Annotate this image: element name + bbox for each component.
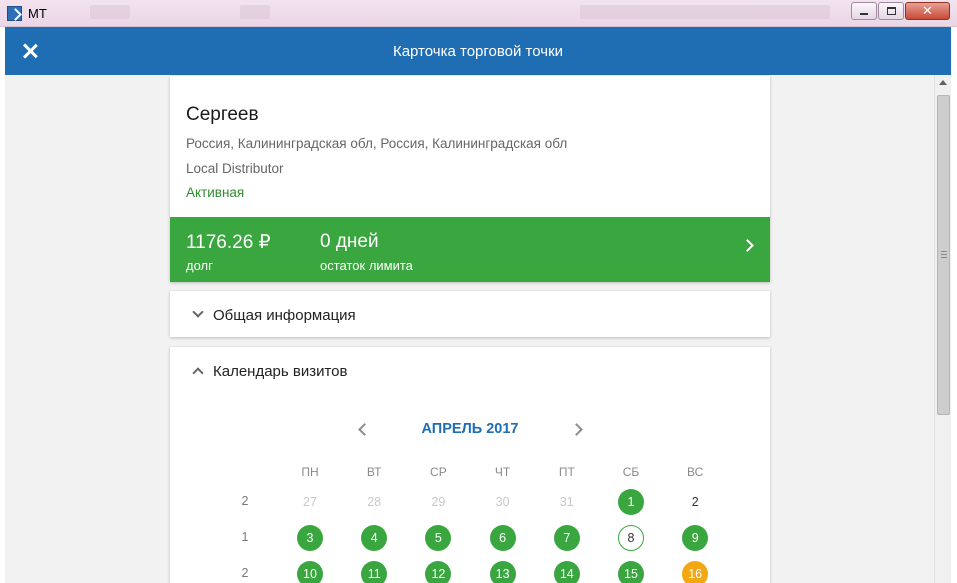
- visit-calendar-section: Календарь визитов АПРЕЛЬ 2017 ПН ВТ СР ЧТ ПТ…: [170, 347, 770, 583]
- weekday-header: ПТ: [558, 465, 575, 479]
- calendar-day[interactable]: 7: [553, 525, 580, 551]
- calendar-toggle[interactable]: Календарь визитов: [170, 347, 770, 393]
- calendar-day[interactable]: 3: [297, 525, 323, 551]
- calendar-day[interactable]: 13: [489, 561, 516, 583]
- background-toolbar-ghost: [240, 5, 270, 19]
- calendar-day[interactable]: 10: [297, 561, 323, 583]
- app-icon: [7, 6, 22, 21]
- calendar-day[interactable]: 15: [618, 561, 644, 583]
- app-frame: Карточка торговой точки Сергеев Россия, …: [5, 27, 951, 583]
- calendar-day[interactable]: 8: [618, 525, 644, 551]
- scroll-up-arrow-icon[interactable]: [939, 80, 947, 85]
- week-number: 1: [241, 530, 249, 544]
- calendar-day[interactable]: 4: [361, 525, 388, 551]
- weekday-header: СР: [430, 465, 447, 479]
- window-titlebar: MT ✕: [0, 0, 957, 27]
- calendar-day[interactable]: 27: [297, 489, 323, 515]
- general-info-toggle[interactable]: Общая информация: [170, 291, 770, 337]
- calendar-day[interactable]: 2: [682, 489, 708, 515]
- calendar-day[interactable]: 5: [425, 525, 452, 551]
- weekday-header: СБ: [622, 465, 640, 479]
- calendar-day[interactable]: 28: [361, 489, 387, 515]
- minimize-icon: [860, 13, 868, 15]
- outlet-status: Активная: [186, 185, 245, 200]
- debt-label: долг: [186, 258, 213, 273]
- debt-summary-bar[interactable]: 1176.26 ₽ долг 0 дней остаток лимита: [170, 217, 770, 282]
- calendar-day[interactable]: 14: [553, 561, 580, 583]
- outlet-address: Россия, Калининградская обл, Россия, Кал…: [186, 136, 568, 151]
- minimize-button[interactable]: [851, 2, 877, 20]
- close-icon: ✕: [922, 3, 933, 19]
- weekday-header: ПН: [301, 465, 319, 479]
- chevron-right-icon: [741, 239, 754, 252]
- outlet-card: Сергеев Россия, Калининградская обл, Рос…: [170, 76, 770, 282]
- calendar-day[interactable]: 12: [425, 561, 452, 583]
- window-title: MT: [28, 6, 47, 21]
- chevron-down-icon: [192, 306, 204, 318]
- calendar-day[interactable]: 30: [490, 489, 516, 515]
- debt-value: 1176.26 ₽: [186, 232, 271, 253]
- calendar-day[interactable]: 6: [489, 525, 516, 551]
- calendar-title: Календарь визитов: [213, 363, 348, 380]
- grip-line: [941, 251, 947, 252]
- scrollbar-thumb[interactable]: [937, 95, 950, 415]
- weekday-header: ВТ: [366, 465, 382, 479]
- weekday-header: ЧТ: [494, 465, 511, 479]
- app-header: Карточка торговой точки: [5, 27, 951, 75]
- calendar-day[interactable]: 31: [554, 489, 580, 515]
- weekday-header: ВС: [687, 465, 704, 479]
- window-close-button[interactable]: ✕: [905, 2, 950, 20]
- grip-line: [941, 257, 947, 258]
- calendar-month: АПРЕЛЬ 2017: [421, 421, 519, 437]
- background-toolbar-ghost: [90, 5, 130, 19]
- calendar-day[interactable]: 29: [425, 489, 451, 515]
- grip-line: [941, 254, 947, 255]
- limit-label: остаток лимита: [320, 258, 413, 273]
- general-info-title: Общая информация: [213, 307, 356, 324]
- week-number: 2: [241, 566, 249, 580]
- calendar-day[interactable]: 11: [361, 561, 388, 583]
- prev-month-icon[interactable]: [358, 423, 371, 436]
- next-month-icon[interactable]: [570, 423, 583, 436]
- maximize-icon: [886, 7, 896, 15]
- outlet-type: Local Distributor: [186, 161, 284, 176]
- maximize-button[interactable]: [878, 2, 904, 20]
- outlet-name: Сергеев: [186, 104, 259, 125]
- calendar-day[interactable]: 16: [682, 561, 709, 583]
- limit-value: 0 дней: [320, 231, 379, 252]
- page-title: Карточка торговой точки: [392, 43, 564, 60]
- chevron-up-icon: [192, 367, 204, 379]
- scrollbar[interactable]: [934, 75, 951, 583]
- general-info-section: Общая информация: [170, 291, 770, 337]
- week-number: 2: [241, 494, 249, 508]
- calendar-day[interactable]: 9: [682, 525, 709, 551]
- background-toolbar-ghost: [580, 5, 830, 19]
- calendar-day[interactable]: 1: [618, 489, 644, 515]
